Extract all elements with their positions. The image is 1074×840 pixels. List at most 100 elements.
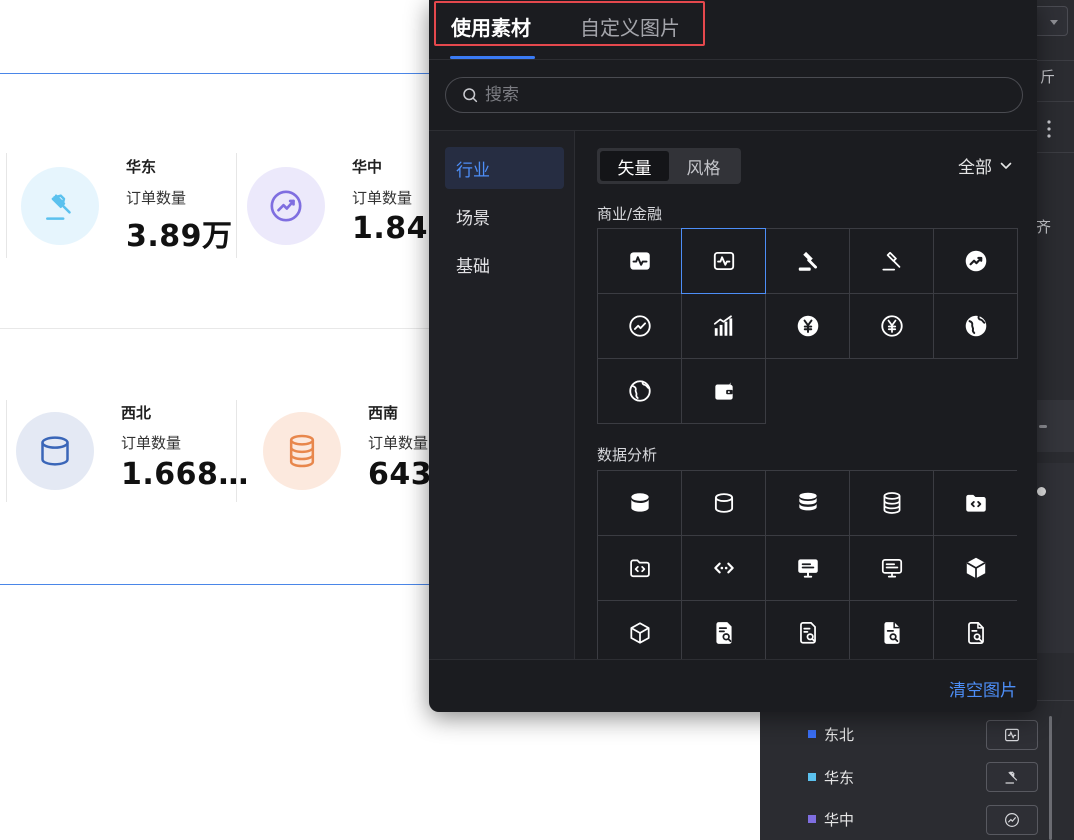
segment-vector[interactable]: 矢量 (600, 151, 669, 181)
legend-label: 东北 (824, 725, 855, 744)
icon-cell[interactable] (849, 600, 934, 659)
more-vertical-icon[interactable] (1045, 118, 1053, 140)
panel-row (1037, 463, 1074, 653)
icon-cell[interactable] (597, 470, 682, 536)
clear-image-button[interactable]: 清空图片 (949, 676, 1017, 701)
icon-cell[interactable] (597, 293, 682, 359)
icon-cell[interactable] (765, 600, 850, 659)
trend-circle-filled-icon (965, 250, 986, 272)
kpi-icon-circle (21, 167, 99, 245)
chevron-down-icon (1000, 162, 1012, 169)
monitor-outline-icon (881, 559, 902, 578)
app-root: 华东 订单数量 3.89万 华中 订单数量 1.842 西北 订单数量 1.66… (0, 0, 1074, 840)
legend-item: 华东 (808, 767, 854, 787)
kpi-icon-circle (263, 412, 341, 490)
legend-swatch (808, 815, 816, 823)
panel-divider (1037, 152, 1074, 153)
panel-select[interactable] (1034, 6, 1068, 36)
icon-cell[interactable] (765, 228, 850, 294)
icon-cell[interactable] (765, 293, 850, 359)
section-title: 数据分析 (597, 446, 658, 464)
legend-icon-button[interactable] (986, 762, 1038, 792)
yen-coin-filled-icon (797, 315, 818, 337)
icon-cell[interactable] (765, 535, 850, 601)
auction-hammer-filled-icon (798, 251, 817, 271)
search-box[interactable] (445, 77, 1023, 113)
kpi-icon-circle (247, 167, 325, 245)
pulse-chart-outline-icon (713, 251, 734, 271)
legend-swatch (808, 773, 816, 781)
icon-cell[interactable] (597, 600, 682, 659)
category-basic[interactable]: 基础 (445, 243, 564, 285)
search-input[interactable] (485, 85, 1005, 105)
panel-divider (1037, 101, 1074, 102)
icon-cell[interactable] (933, 470, 1017, 536)
legend-item: 华中 (808, 809, 854, 829)
kpi-separator (236, 153, 237, 258)
legend-swatch (808, 730, 816, 738)
icon-cell[interactable] (765, 470, 850, 536)
kpi-metric-label: 订单数量 (352, 189, 413, 207)
code-folder-filled-icon (965, 494, 986, 512)
icon-grid (597, 228, 1018, 424)
legend-label: 华东 (824, 768, 855, 787)
search-document-filled-icon (715, 622, 732, 644)
icon-cell[interactable] (849, 228, 934, 294)
tabs-divider (429, 59, 1037, 60)
trend-circle-icon (270, 190, 302, 222)
code-folder-outline-icon (629, 559, 650, 578)
icon-cell[interactable] (597, 535, 682, 601)
panel-divider (1037, 60, 1074, 61)
category-scene[interactable]: 场景 (445, 195, 564, 237)
segment-style[interactable]: 风格 (669, 151, 738, 181)
cube-outline-icon (629, 622, 650, 644)
icon-cell[interactable] (597, 228, 682, 294)
icon-cell[interactable] (933, 600, 1017, 659)
code-arrows-icon (713, 562, 734, 574)
tab-custom-image[interactable]: 自定义图片 (580, 12, 680, 41)
tab-use-material[interactable]: 使用素材 (451, 12, 531, 41)
panel-row (1037, 400, 1074, 452)
icon-cell[interactable] (681, 293, 766, 359)
icon-cell[interactable] (681, 228, 766, 294)
icon-cell[interactable] (849, 470, 934, 536)
filter-dropdown[interactable]: 全部 (958, 153, 1012, 178)
document-search-outline-icon (967, 622, 984, 644)
cube-filled-icon (966, 557, 985, 579)
kpi-icon-circle (16, 412, 94, 490)
icon-cell[interactable] (933, 535, 1017, 601)
icon-cell[interactable] (933, 228, 1018, 294)
trend-circle-icon (1005, 813, 1019, 827)
category-industry[interactable]: 行业 (445, 147, 564, 189)
style-segmented-control: 矢量 风格 (597, 148, 741, 184)
kpi-region-label: 西北 (121, 404, 152, 422)
database-stack-outline-icon (883, 492, 900, 514)
database-outline-icon (714, 493, 733, 513)
panel-scrollbar[interactable] (1049, 716, 1052, 840)
legend-icon-button[interactable] (986, 720, 1038, 750)
search-document-outline-icon (799, 622, 816, 644)
legend-icon-button[interactable] (986, 805, 1038, 835)
icon-cell[interactable] (597, 358, 682, 424)
kpi-separator (6, 400, 7, 502)
panel-text-fragment: 斤 (1040, 68, 1056, 86)
icon-cell[interactable] (681, 358, 766, 424)
monitor-filled-icon (797, 559, 818, 578)
kpi-region-label: 华中 (352, 158, 383, 176)
kpi-region-label: 华东 (126, 158, 157, 176)
kpi-value: 3.89万 (126, 219, 233, 254)
icon-cell[interactable] (849, 535, 934, 601)
icon-cell[interactable] (681, 470, 766, 536)
toggle-knob[interactable] (1037, 487, 1046, 496)
icon-grid (597, 470, 1017, 659)
kpi-value: 1.668… (121, 457, 249, 492)
icon-cell[interactable] (681, 600, 766, 659)
icon-cell[interactable] (681, 535, 766, 601)
database-icon (289, 434, 315, 468)
legend-item: 东北 (808, 724, 854, 744)
kpi-metric-label: 订单数量 (126, 189, 187, 207)
icon-cell[interactable] (849, 293, 934, 359)
bar-chart-growth-icon (713, 315, 732, 336)
icon-cell[interactable] (933, 293, 1018, 359)
filter-label: 全部 (958, 158, 992, 178)
